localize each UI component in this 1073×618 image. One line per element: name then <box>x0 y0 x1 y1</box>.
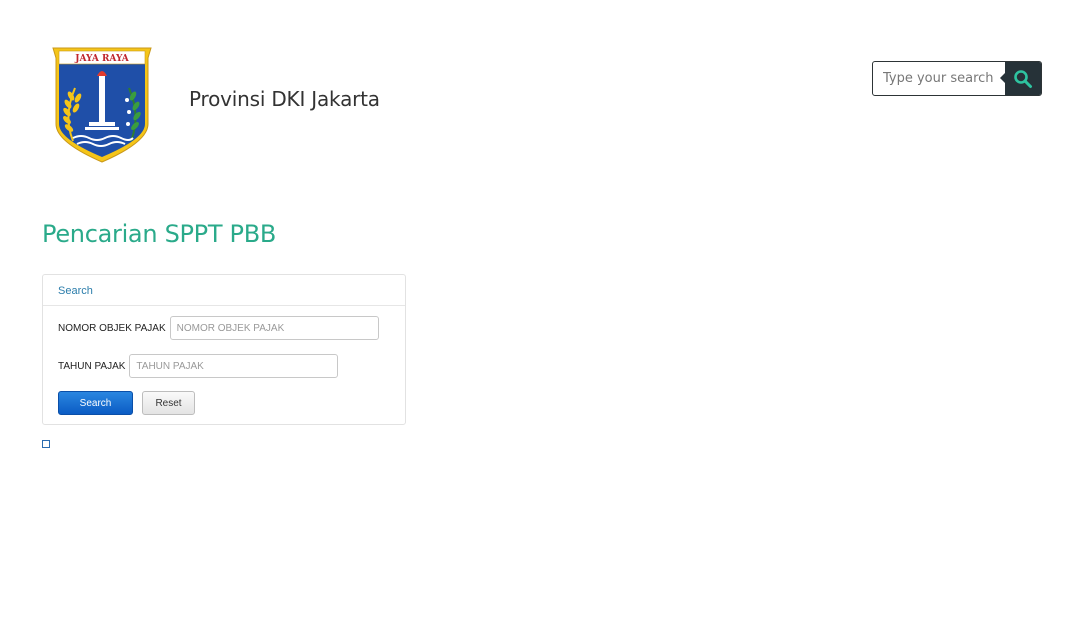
search-button[interactable]: Search <box>58 391 133 415</box>
header-search <box>872 61 1042 96</box>
dki-jakarta-logo: JAYA RAYA <box>51 46 153 164</box>
search-panel-heading: Search <box>43 275 405 306</box>
reset-button[interactable]: Reset <box>142 391 195 415</box>
header-search-button[interactable] <box>1000 62 1041 95</box>
logo-banner-text: JAYA RAYA <box>74 54 130 64</box>
search-icon <box>1014 69 1032 88</box>
nomor-objek-pajak-label: NOMOR OBJEK PAJAK <box>58 322 166 334</box>
nomor-objek-pajak-row: NOMOR OBJEK PAJAK <box>58 316 379 340</box>
search-panel: Search NOMOR OBJEK PAJAK TAHUN PAJAK Sea… <box>42 274 406 425</box>
page-title: Pencarian SPPT PBB <box>42 220 277 248</box>
tahun-pajak-row: TAHUN PAJAK <box>58 354 339 378</box>
header-search-input[interactable] <box>873 62 1005 95</box>
site-title: Provinsi DKI Jakarta <box>189 87 380 111</box>
dki-jakarta-emblem-icon: JAYA RAYA <box>52 47 152 163</box>
nomor-objek-pajak-input[interactable] <box>169 316 379 340</box>
tahun-pajak-label: TAHUN PAJAK <box>58 360 126 372</box>
form-buttons: Search Reset <box>58 391 195 415</box>
tahun-pajak-input[interactable] <box>129 354 339 378</box>
empty-result-checkbox[interactable] <box>42 440 50 448</box>
